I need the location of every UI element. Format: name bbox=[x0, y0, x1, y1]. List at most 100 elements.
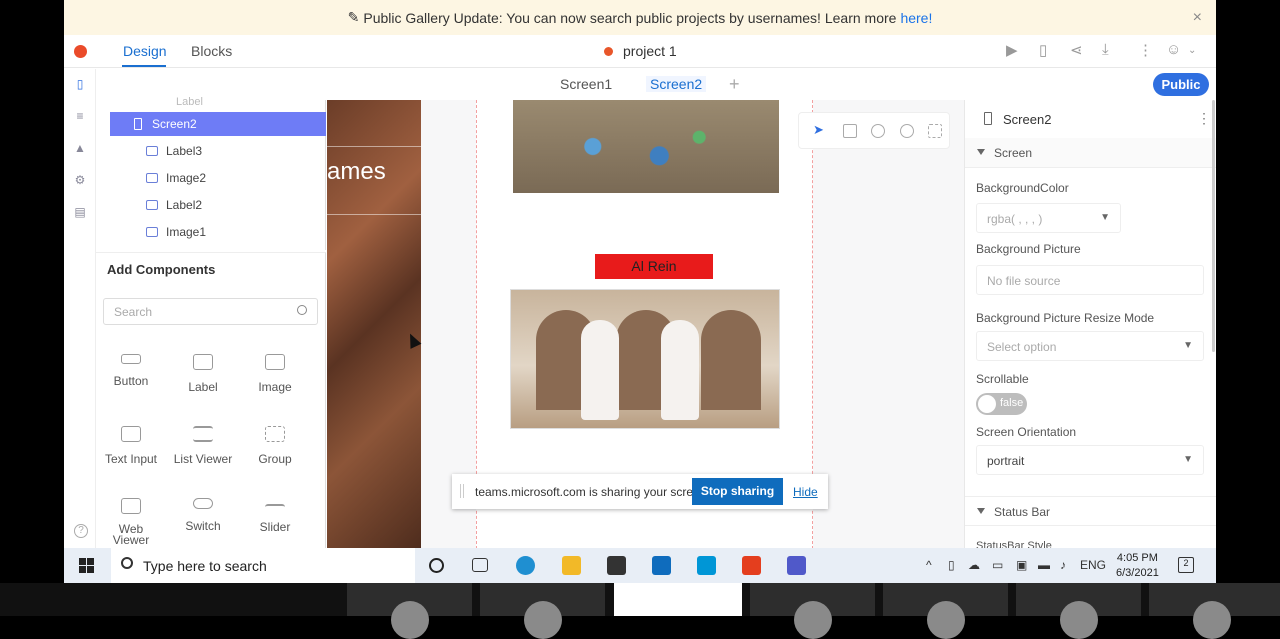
app-logo[interactable] bbox=[74, 45, 87, 58]
component-web-viewer[interactable]: Web Viewer bbox=[96, 498, 166, 546]
l-app-icon[interactable] bbox=[697, 556, 716, 575]
clock[interactable]: 4:05 PM 6/3/2021 bbox=[1116, 551, 1159, 581]
section-status-bar[interactable]: Status Bar bbox=[965, 496, 1216, 526]
help-icon[interactable]: ? bbox=[74, 524, 88, 538]
divider bbox=[327, 146, 421, 147]
tree-item-label3[interactable]: Label3 bbox=[146, 142, 202, 160]
battery-icon[interactable]: ▬ bbox=[1038, 558, 1050, 572]
phone-icon[interactable]: ▯ bbox=[73, 77, 87, 91]
tree-item-label2[interactable]: Label2 bbox=[146, 196, 202, 214]
tab-blocks[interactable]: Blocks bbox=[191, 43, 232, 59]
participant-tile[interactable] bbox=[480, 583, 605, 639]
hand-icon[interactable] bbox=[843, 124, 857, 138]
participant-tile[interactable] bbox=[1149, 583, 1280, 639]
section-screen[interactable]: Screen bbox=[965, 138, 1216, 168]
avatar bbox=[391, 601, 429, 639]
participant-tile[interactable] bbox=[1016, 583, 1141, 639]
component-group[interactable]: Group bbox=[240, 426, 310, 466]
tree-item-image2[interactable]: Image2 bbox=[146, 169, 206, 187]
project-title-label: project 1 bbox=[623, 43, 677, 59]
chevron-up-icon[interactable]: ^ bbox=[926, 558, 932, 572]
component-search-input[interactable]: Search bbox=[103, 298, 318, 325]
drag-handle[interactable] bbox=[460, 484, 464, 498]
device-icon[interactable]: ▯ bbox=[1039, 41, 1047, 59]
background-color-picker[interactable]: rgba( , , , ) ▼ bbox=[976, 203, 1121, 233]
stop-sharing-button[interactable]: Stop sharing bbox=[692, 478, 783, 505]
component-list-viewer[interactable]: List Viewer bbox=[168, 426, 238, 466]
image2-kids-playing[interactable] bbox=[510, 289, 780, 429]
banner-link[interactable]: here! bbox=[900, 10, 932, 26]
store-icon[interactable] bbox=[607, 556, 626, 575]
component-label[interactable]: Label bbox=[168, 354, 238, 394]
scrollable-toggle[interactable]: false bbox=[976, 393, 1027, 415]
close-icon[interactable]: × bbox=[1193, 9, 1202, 27]
network-icon[interactable]: ▭ bbox=[992, 558, 1003, 572]
label-al-rein[interactable]: Al Rein bbox=[595, 254, 713, 279]
public-button[interactable]: Public bbox=[1153, 73, 1209, 96]
participant-tile[interactable] bbox=[347, 583, 472, 639]
share-icon[interactable]: ⋖ bbox=[1070, 41, 1083, 59]
browser-icon bbox=[121, 498, 141, 514]
teams-icon[interactable] bbox=[787, 556, 806, 575]
cloud-icon[interactable]: ☁ bbox=[968, 558, 980, 572]
caret-down-icon bbox=[977, 149, 985, 155]
office-icon[interactable] bbox=[742, 556, 761, 575]
participant-tile[interactable] bbox=[750, 583, 875, 639]
component-text-input[interactable]: Text Input bbox=[96, 426, 166, 466]
tab-design[interactable]: Design bbox=[123, 43, 167, 59]
book-icon[interactable]: ▤ bbox=[73, 205, 87, 219]
download-icon[interactable]: ⤓ bbox=[1102, 41, 1109, 58]
more-icon[interactable]: ⋮ bbox=[1138, 41, 1153, 59]
add-screen-button[interactable]: + bbox=[729, 74, 740, 95]
divider bbox=[327, 214, 421, 215]
tree-item-label: Image1 bbox=[166, 225, 207, 239]
chevron-down-icon: ▼ bbox=[1183, 454, 1193, 465]
tree-item-screen2[interactable]: Screen2 bbox=[110, 112, 326, 136]
cortana-icon[interactable] bbox=[429, 558, 444, 573]
component-slider[interactable]: Slider bbox=[240, 498, 310, 534]
search-placeholder: Search bbox=[114, 305, 153, 319]
tree-item-label: Label2 bbox=[166, 198, 203, 212]
resize-mode-select[interactable]: Select option ▼ bbox=[976, 331, 1204, 361]
tab-screen2[interactable]: Screen2 bbox=[646, 76, 707, 92]
image-icon[interactable]: ▲ bbox=[73, 141, 87, 155]
image1-marbles[interactable] bbox=[513, 100, 779, 193]
language-indicator[interactable]: ENG bbox=[1080, 558, 1106, 572]
shared-screen-thumbnail[interactable] bbox=[614, 583, 742, 616]
notification-icon[interactable]: 2 bbox=[1178, 557, 1194, 573]
text-input-icon bbox=[121, 426, 141, 442]
file-explorer-icon[interactable] bbox=[562, 556, 581, 575]
phone-tray-icon[interactable]: ▯ bbox=[948, 558, 955, 572]
tree-item-image1[interactable]: Image1 bbox=[146, 223, 206, 241]
windows-start-icon[interactable] bbox=[79, 558, 94, 573]
play-icon[interactable]: ▶ bbox=[1006, 41, 1018, 59]
zoom-out-icon[interactable] bbox=[900, 124, 914, 138]
more-icon[interactable]: ⋮ bbox=[1197, 110, 1211, 127]
pointer-icon[interactable]: ➤ bbox=[813, 122, 827, 137]
taskbar-search-input[interactable]: Type here to search bbox=[111, 548, 415, 583]
background-picture-field[interactable]: No file source bbox=[976, 265, 1204, 295]
scrollbar[interactable] bbox=[1212, 100, 1215, 352]
settings-icon[interactable]: ⚙ bbox=[73, 173, 87, 187]
edge-icon[interactable] bbox=[516, 556, 535, 575]
volume-icon[interactable]: ♪ bbox=[1060, 558, 1066, 572]
component-switch[interactable]: Switch bbox=[168, 498, 238, 533]
hide-link[interactable]: Hide bbox=[793, 485, 818, 499]
mail-icon[interactable] bbox=[652, 556, 671, 575]
task-view-icon[interactable] bbox=[472, 558, 488, 572]
fit-screen-icon[interactable] bbox=[928, 124, 942, 138]
component-image[interactable]: Image bbox=[240, 354, 310, 394]
database-icon[interactable]: ≡ bbox=[73, 109, 87, 123]
participant-tile[interactable] bbox=[883, 583, 1008, 639]
taskbar-search-placeholder: Type here to search bbox=[143, 558, 267, 574]
orientation-select[interactable]: portrait ▼ bbox=[976, 445, 1204, 475]
project-title[interactable]: project 1 bbox=[604, 43, 677, 59]
zoom-in-icon[interactable] bbox=[871, 124, 885, 138]
component-button[interactable]: Button bbox=[96, 354, 166, 388]
canvas-toolbar: ➤ bbox=[798, 112, 950, 149]
camera-icon[interactable]: ▣ bbox=[1016, 558, 1027, 572]
user-icon[interactable]: ☺ bbox=[1166, 41, 1181, 58]
chevron-down-icon[interactable]: ⌄ bbox=[1188, 45, 1196, 56]
search-icon bbox=[297, 305, 307, 315]
tab-screen1[interactable]: Screen1 bbox=[560, 76, 612, 92]
